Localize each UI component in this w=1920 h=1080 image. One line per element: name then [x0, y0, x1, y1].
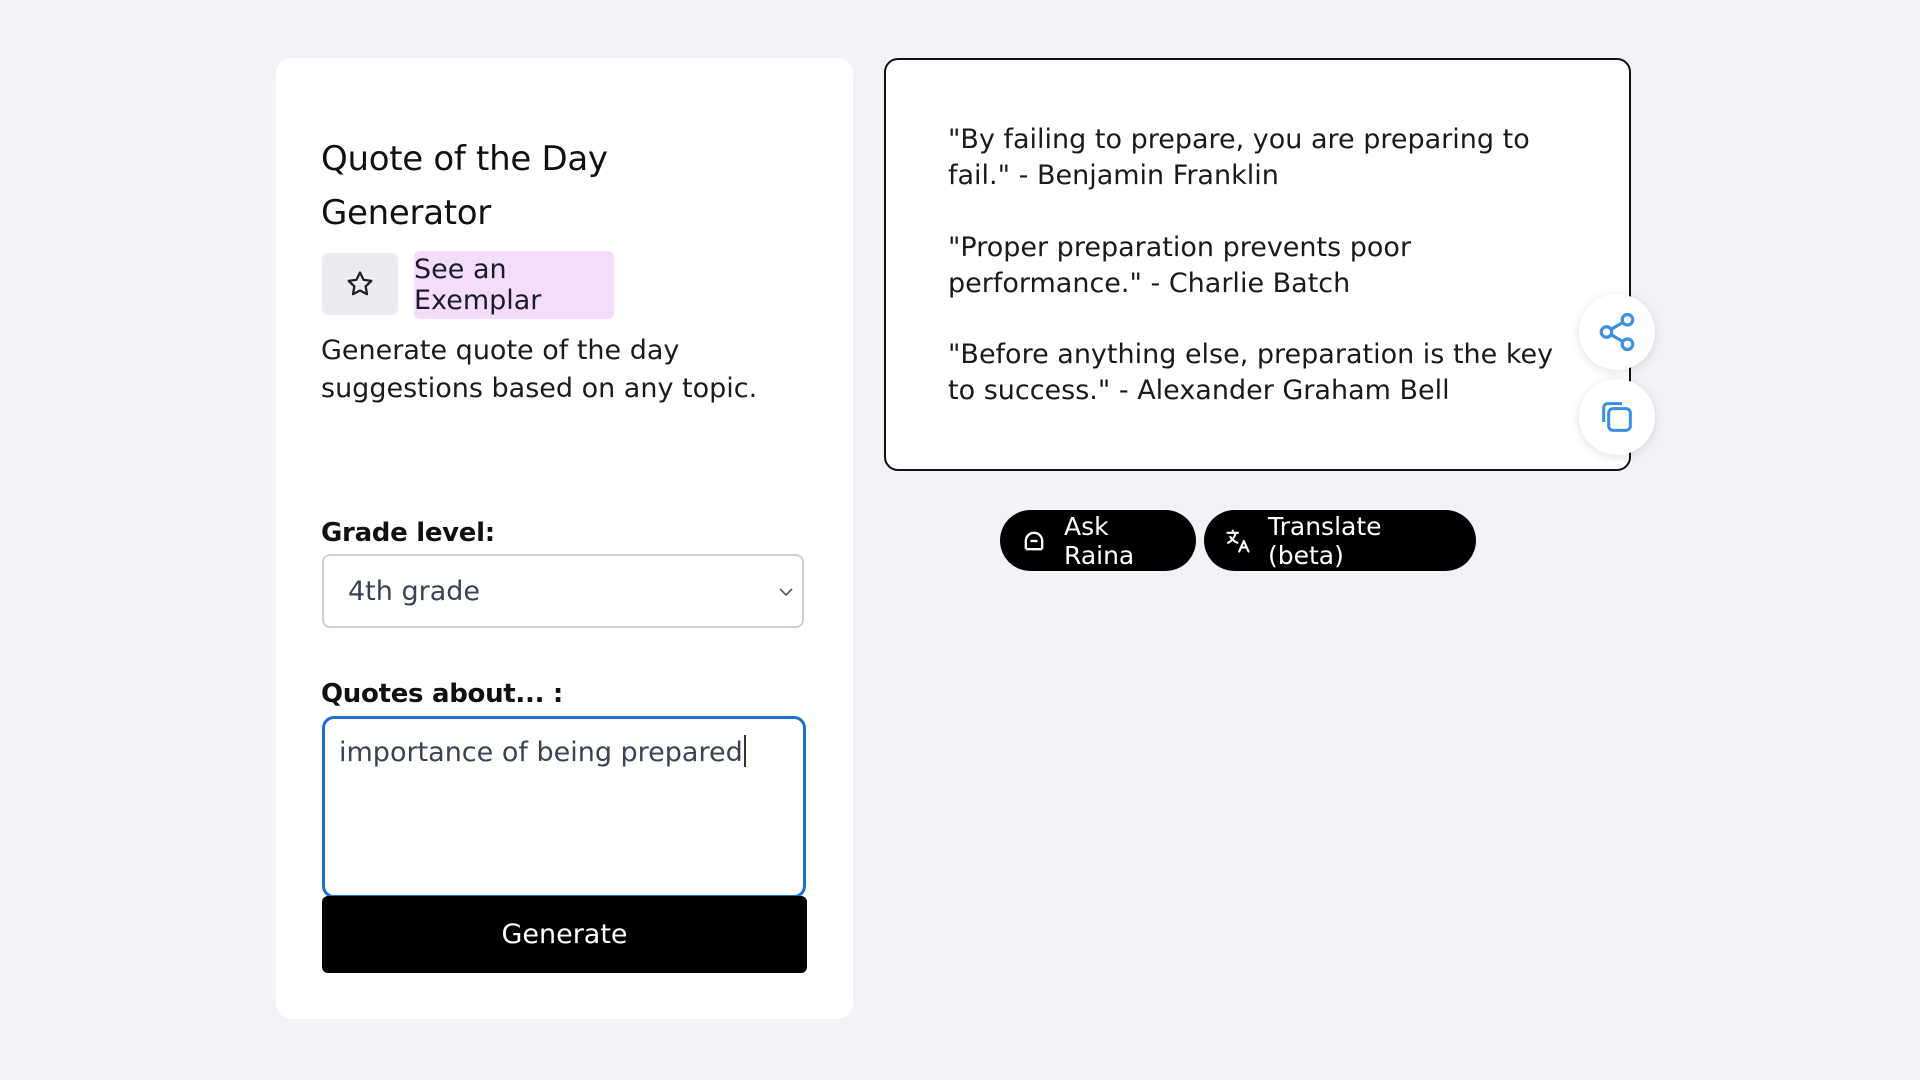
generate-button[interactable]: Generate	[322, 896, 807, 973]
copy-icon	[1602, 402, 1632, 432]
translate-button[interactable]: Translate (beta)	[1204, 510, 1476, 571]
generator-form-card: Quote of the Day Generator See an Exempl…	[276, 58, 853, 1019]
raina-icon	[1020, 527, 1048, 555]
translate-label: Translate (beta)	[1268, 511, 1382, 570]
copy-button[interactable]	[1579, 379, 1655, 455]
ask-raina-button[interactable]: Ask Raina	[1000, 510, 1196, 571]
grade-level-label: Grade level:	[321, 518, 495, 548]
star-icon	[347, 271, 373, 296]
text-caret	[743, 735, 746, 767]
translate-icon	[1224, 527, 1252, 555]
quote-item: "Proper preparation prevents poor perfor…	[948, 232, 1412, 299]
chevron-down-icon	[779, 588, 793, 597]
quotes-about-textarea[interactable]: importance of being prepared	[322, 716, 806, 898]
grade-level-select[interactable]: 4th grade	[322, 554, 804, 628]
tool-description: Generate quote of the day suggestions ba…	[321, 335, 758, 404]
quotes-about-value: importance of being prepared	[339, 737, 743, 768]
grade-level-value: 4th grade	[348, 576, 480, 607]
quotes-about-label: Quotes about... :	[321, 679, 564, 709]
quote-item: "By failing to prepare, you are preparin…	[948, 124, 1530, 191]
share-icon	[1599, 312, 1635, 352]
page-title: Quote of the Day Generator	[321, 139, 608, 233]
ask-raina-label: Ask Raina	[1064, 511, 1135, 570]
share-button[interactable]	[1579, 294, 1655, 370]
quote-item: "Before anything else, preparation is th…	[948, 339, 1554, 406]
page: Quote of the Day Generator See an Exempl…	[0, 0, 1920, 1080]
see-exemplar-button[interactable]: See an Exemplar	[414, 251, 614, 319]
favorite-button[interactable]	[322, 253, 398, 315]
output-card: "By failing to prepare, you are preparin…	[884, 58, 1631, 471]
